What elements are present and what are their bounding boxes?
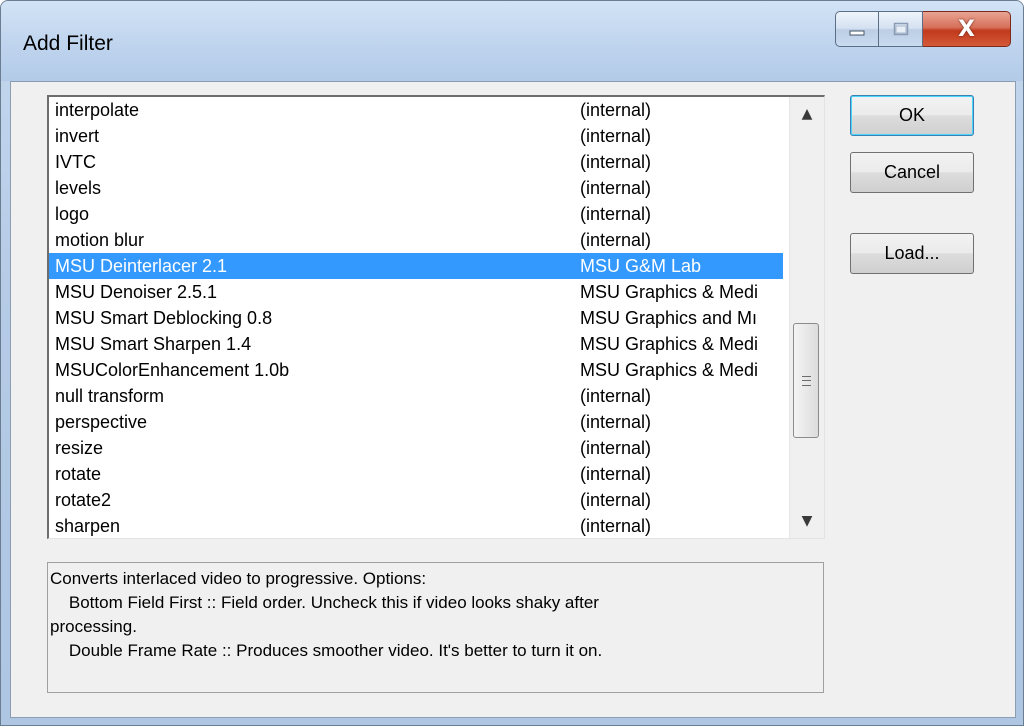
load-button[interactable]: Load... [850,233,974,274]
scroll-down-button[interactable]: ▼ [790,504,824,538]
filter-description: Converts interlaced video to progressive… [47,562,824,693]
maximize-icon [893,22,908,36]
filter-list-item[interactable]: rotate (internal) [49,461,783,487]
filter-name: MSU Smart Deblocking 0.8 [55,308,273,328]
description-line: Double Frame Rate :: Produces smoother v… [50,641,603,660]
filter-list-item[interactable]: motion blur (internal) [49,227,783,253]
description-line: processing. [50,617,137,636]
filter-name: rotate [55,464,102,484]
filter-name: logo [55,204,90,224]
filter-list-item[interactable]: IVTC (internal) [49,149,783,175]
filter-author: (internal) [580,126,652,146]
filter-author: MSU G&M Lab [580,256,702,276]
filter-list-item[interactable]: levels (internal) [49,175,783,201]
filter-list-item[interactable]: MSU Denoiser 2.5.1 MSU Graphics & Medi [49,279,783,305]
filter-author: (internal) [580,516,652,536]
filter-name: sharpen [55,516,121,536]
filter-name: IVTC [55,152,97,172]
filter-list-scrollbar[interactable]: ▲ ▼ [789,97,824,538]
filter-list-item[interactable]: MSU Deinterlacer 2.1 MSU G&M Lab [49,253,783,279]
filter-name: null transform [55,386,165,406]
arrow-down-icon: ▼ [801,513,813,529]
filter-author: (internal) [580,412,652,432]
caption-buttons: X [835,11,1015,51]
scroll-up-button[interactable]: ▲ [790,97,824,131]
filter-name: rotate2 [55,490,112,510]
filter-name: MSU Smart Sharpen 1.4 [55,334,252,354]
filter-author: (internal) [580,204,652,224]
dialog-client-area: interpolate (internal) invert (internal) IVT… [10,81,1016,718]
filter-list-item[interactable]: rotate2 (internal) [49,487,783,513]
filter-list-item[interactable]: logo (internal) [49,201,783,227]
filter-list-item[interactable]: MSUColorEnhancement 1.0b MSU Graphics & M… [49,357,783,383]
filter-list[interactable]: interpolate (internal) invert (internal) IVT… [47,95,825,539]
filter-author: (internal) [580,490,652,510]
minimize-button[interactable] [835,11,879,47]
filter-author: (internal) [580,178,652,198]
grip-icon [801,375,811,386]
filter-name: levels [55,178,102,198]
cancel-button[interactable]: Cancel [850,152,974,193]
ok-button[interactable]: OK [850,95,974,136]
filter-list-item[interactable]: interpolate (internal) [49,97,783,123]
window-title: Add Filter [23,32,113,55]
scroll-thumb[interactable] [793,323,819,438]
filter-author: MSU Graphics & Medi [580,282,759,302]
filter-author: MSU Graphics and Mı [580,308,758,328]
filter-list-item[interactable]: perspective (internal) [49,409,783,435]
minimize-icon [849,30,865,36]
filter-author: (internal) [580,386,652,406]
filter-author: (internal) [580,438,652,458]
filter-list-item[interactable]: MSU Smart Deblocking 0.8 MSU Graphics and… [49,305,783,331]
filter-name: MSU Denoiser 2.5.1 [55,282,218,302]
title-bar[interactable]: Add Filter X [1,1,1023,81]
filter-author: (internal) [580,100,652,120]
filter-name: motion blur [55,230,145,250]
filter-author: MSU Graphics & Medi [580,334,759,354]
filter-list-item[interactable]: resize (internal) [49,435,783,461]
filter-list-item[interactable]: null transform (internal) [49,383,783,409]
filter-author: (internal) [580,152,652,172]
filter-list-item[interactable]: sharpen (internal) [49,513,783,538]
maximize-button[interactable] [879,11,923,47]
filter-list-rows: interpolate (internal) invert (internal) IVT… [49,97,783,538]
filter-list-item[interactable]: MSU Smart Sharpen 1.4 MSU Graphics & Medi [49,331,783,357]
filter-author: (internal) [580,464,652,484]
filter-name: perspective [55,412,148,432]
close-button[interactable]: X [923,11,1011,47]
filter-name: invert [55,126,100,146]
filter-author: (internal) [580,230,652,250]
close-icon: X [958,16,975,42]
filter-author: MSU Graphics & Medi [580,360,759,380]
filter-name: resize [55,438,104,458]
description-line: Bottom Field First :: Field order. Unche… [50,593,599,612]
filter-name: interpolate [55,100,140,120]
description-line: Converts interlaced video to progressive… [50,569,427,588]
filter-list-item[interactable]: invert (internal) [49,123,783,149]
add-filter-dialog: Add Filter X interpolate (internal) invert… [0,0,1024,726]
arrow-up-icon: ▲ [801,106,813,122]
filter-name: MSU Deinterlacer 2.1 [55,256,228,276]
filter-name: MSUColorEnhancement 1.0b [55,360,290,380]
